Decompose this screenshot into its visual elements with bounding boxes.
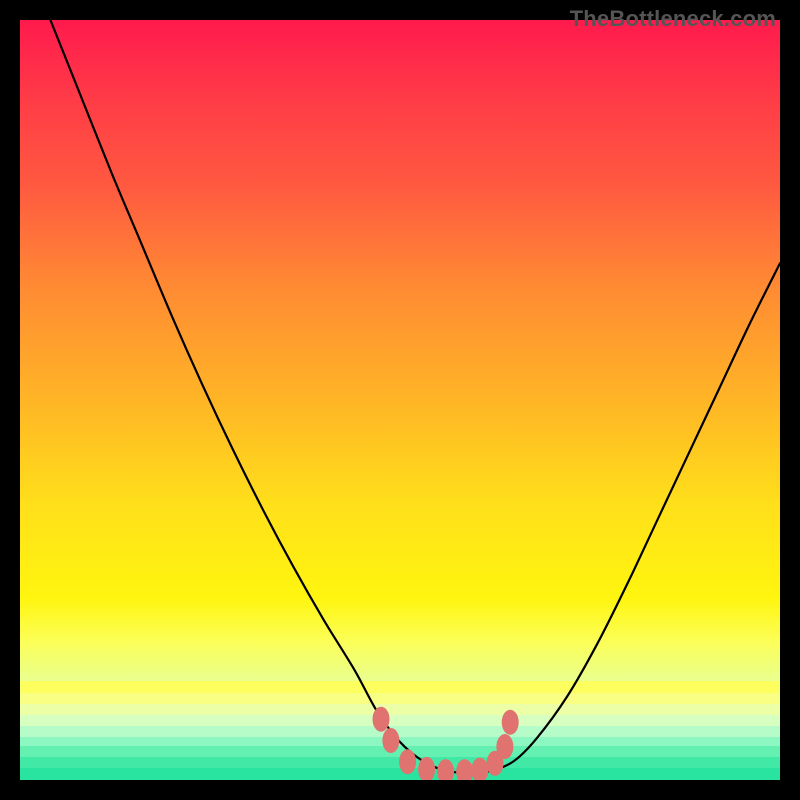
bottleneck-curve xyxy=(50,20,780,773)
curve-layer xyxy=(20,20,780,780)
marker-point xyxy=(373,707,390,732)
marker-point xyxy=(399,749,416,774)
plot-area xyxy=(20,20,780,780)
marker-point xyxy=(456,759,473,780)
marker-point xyxy=(437,759,454,780)
marker-point xyxy=(382,728,399,753)
chart-frame: TheBottleneck.com xyxy=(0,0,800,800)
marker-point xyxy=(502,710,519,735)
highlight-markers xyxy=(373,707,519,780)
marker-point xyxy=(496,734,513,759)
marker-point xyxy=(471,758,488,780)
